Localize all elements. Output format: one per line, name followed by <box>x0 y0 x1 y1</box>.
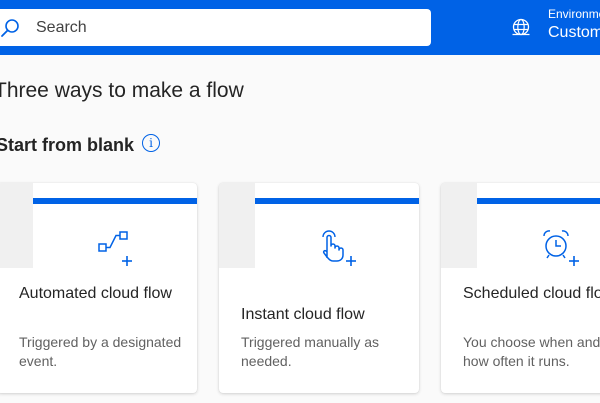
environment-picker[interactable]: Environments Customer Service <box>548 7 600 47</box>
card-title: Instant cloud flow <box>241 306 365 323</box>
card-corner <box>219 183 255 268</box>
card-description: Triggered by a designated event. <box>19 334 182 369</box>
automated-cloud-flow-card[interactable]: Automated cloud flow Triggered by a desi… <box>0 183 197 393</box>
info-icon[interactable]: i <box>142 134 160 152</box>
scheduled-flow-icon <box>543 230 579 266</box>
environment-label: Environments <box>548 7 600 21</box>
globe-icon[interactable] <box>511 17 531 37</box>
instant-flow-icon <box>322 230 356 266</box>
card-title: Scheduled cloud flow <box>463 285 600 302</box>
environment-name: Customer Service <box>548 24 600 41</box>
search-input[interactable] <box>36 15 416 41</box>
card-title: Automated cloud flow <box>19 285 172 302</box>
top-bar: Environments Customer Service <box>0 0 600 55</box>
search-icon <box>1 19 19 37</box>
card-description: Triggered manually as needed. <box>241 334 379 369</box>
card-description: You choose when and how often it runs. <box>463 334 600 369</box>
card-accent-bar <box>33 198 197 204</box>
search-box[interactable] <box>0 9 431 46</box>
card-accent-bar <box>477 198 600 204</box>
card-corner <box>0 183 33 268</box>
card-accent-bar <box>255 198 419 204</box>
card-corner <box>441 183 477 268</box>
section-title: Start from blank <box>0 135 135 155</box>
scheduled-cloud-flow-card[interactable]: Scheduled cloud flow You choose when and… <box>441 183 600 393</box>
instant-cloud-flow-card[interactable]: Instant cloud flow Triggered manually as… <box>219 183 419 393</box>
automated-flow-icon <box>98 231 132 266</box>
page-title: Three ways to make a flow <box>0 79 244 102</box>
